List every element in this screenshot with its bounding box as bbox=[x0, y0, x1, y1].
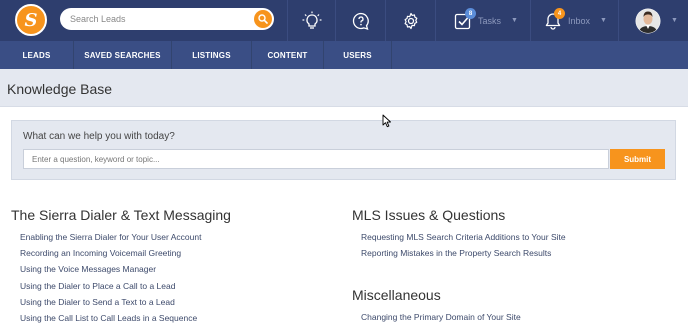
page-title: Knowledge Base bbox=[7, 81, 113, 97]
nav-item-content[interactable]: CONTENT bbox=[252, 41, 324, 69]
section-title-mls: MLS Issues & Questions bbox=[352, 207, 506, 223]
nav-item-users[interactable]: USERS bbox=[324, 41, 392, 69]
search-box bbox=[60, 8, 274, 30]
article-link[interactable]: Using the Call List to Call Leads in a S… bbox=[20, 313, 197, 323]
chevron-down-icon: ▼ bbox=[511, 17, 518, 24]
nav-item-leads[interactable]: LEADS bbox=[0, 41, 74, 69]
tasks-menu[interactable]: 8 Tasks ▼ bbox=[435, 0, 530, 41]
nav-item-listings[interactable]: LISTINGS bbox=[172, 41, 252, 69]
main-nav: LEADS SAVED SEARCHES LISTINGS CONTENT US… bbox=[0, 41, 688, 69]
submit-button[interactable]: Submit bbox=[610, 149, 665, 169]
sierra-logo[interactable]: S bbox=[15, 4, 47, 36]
inbox-badge: 4 bbox=[554, 8, 565, 19]
search-icon bbox=[258, 14, 268, 24]
top-bar: S 8 bbox=[0, 0, 688, 41]
article-link[interactable]: Enabling the Sierra Dialer for Your User… bbox=[20, 232, 201, 242]
article-link[interactable]: Using the Dialer to Send a Text to a Lea… bbox=[20, 297, 175, 307]
knowledge-search-input[interactable] bbox=[23, 149, 609, 169]
mouse-cursor-icon bbox=[382, 114, 391, 128]
nav-item-saved-searches[interactable]: SAVED SEARCHES bbox=[74, 41, 172, 69]
chevron-down-icon: ▼ bbox=[671, 17, 678, 24]
section-title-misc: Miscellaneous bbox=[352, 287, 441, 303]
article-link[interactable]: Reporting Mistakes in the Property Searc… bbox=[361, 248, 551, 258]
settings-button[interactable] bbox=[385, 0, 435, 41]
avatar bbox=[635, 8, 661, 33]
help-button[interactable] bbox=[335, 0, 385, 41]
search-button[interactable] bbox=[254, 10, 272, 28]
article-link[interactable]: Requesting MLS Search Criteria Additions… bbox=[361, 232, 566, 242]
user-menu[interactable]: ▼ bbox=[618, 0, 688, 41]
article-link[interactable]: Recording an Incoming Voicemail Greeting bbox=[20, 248, 181, 258]
ideas-button[interactable] bbox=[287, 0, 335, 41]
inbox-menu[interactable]: 4 Inbox ▼ bbox=[530, 0, 618, 41]
help-question: What can we help you with today? bbox=[23, 131, 175, 142]
tasks-badge: 8 bbox=[465, 8, 476, 19]
logo-letter: S bbox=[24, 9, 38, 31]
help-search-panel: What can we help you with today? Submit bbox=[11, 120, 676, 180]
gear-icon bbox=[404, 12, 417, 29]
lightbulb-icon bbox=[302, 11, 321, 29]
inbox-label: Inbox bbox=[568, 15, 591, 26]
article-link[interactable]: Using the Voice Messages Manager bbox=[20, 264, 156, 274]
help-icon bbox=[352, 12, 369, 30]
search-leads-input[interactable] bbox=[70, 10, 250, 28]
chevron-down-icon: ▼ bbox=[600, 17, 607, 24]
tasks-label: Tasks bbox=[478, 15, 502, 26]
page-header: Knowledge Base bbox=[0, 69, 688, 107]
article-link[interactable]: Using the Dialer to Place a Call to a Le… bbox=[20, 281, 175, 291]
article-link[interactable]: Changing the Primary Domain of Your Site bbox=[361, 312, 521, 322]
section-title-dialer: The Sierra Dialer & Text Messaging bbox=[11, 207, 231, 223]
